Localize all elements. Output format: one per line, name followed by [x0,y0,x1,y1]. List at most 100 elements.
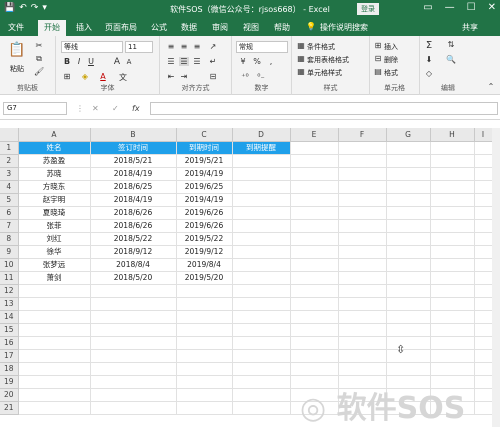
cell[interactable] [338,180,387,194]
font-color-button[interactable]: A [98,72,108,81]
cell[interactable] [176,349,233,363]
grow-font-button[interactable]: A [112,57,122,67]
column-header[interactable]: F [338,128,387,142]
column-header[interactable]: E [290,128,339,142]
cell[interactable] [430,323,475,337]
decrease-indent-icon[interactable]: ⇤ [166,72,176,81]
confirm-icon[interactable]: ✓ [112,104,119,113]
cell[interactable] [290,245,339,259]
merge-center-icon[interactable]: ⊟ [208,72,218,81]
cell[interactable] [232,167,291,181]
row-header[interactable]: 9 [0,245,19,259]
cell[interactable] [386,206,431,220]
minimize-icon[interactable]: — [445,2,455,13]
cell[interactable] [232,375,291,389]
cell[interactable] [338,167,387,181]
cell[interactable]: 2018/4/19 [90,193,177,207]
cell[interactable] [430,245,475,259]
cell[interactable] [474,323,493,337]
vertical-scrollbar[interactable] [492,128,500,427]
insert-cells-button[interactable]: 插入 [384,42,398,52]
font-name-select[interactable]: 等线 [61,41,123,53]
cell[interactable] [474,388,493,402]
cell[interactable] [474,349,493,363]
row-header[interactable]: 17 [0,349,19,363]
comma-button[interactable]: , [266,57,276,66]
cell[interactable]: 夏晓琦 [18,206,91,220]
cell[interactable] [232,349,291,363]
cell[interactable] [474,401,493,415]
column-header[interactable]: I [474,128,493,142]
tab-page-layout[interactable]: 页面布局 [105,22,137,33]
cell[interactable] [290,323,339,337]
column-header[interactable]: C [176,128,233,142]
wrap-text-icon[interactable]: ↵ [208,57,218,66]
tab-review[interactable]: 审阅 [212,22,228,33]
cell[interactable]: 姓名 [18,141,91,155]
fill-color-icon[interactable]: ◈ [80,72,90,81]
cell[interactable] [386,362,431,376]
cell[interactable] [474,141,493,155]
cell[interactable] [474,258,493,272]
phonetic-button[interactable]: 文 [118,72,128,83]
cell[interactable] [338,323,387,337]
cell[interactable] [18,388,91,402]
cell[interactable] [176,401,233,415]
cell[interactable] [90,362,177,376]
cell[interactable] [176,362,233,376]
increase-decimal-icon[interactable]: ⁺⁰ [240,72,250,81]
cell[interactable]: 张菲 [18,219,91,233]
cut-icon[interactable]: ✂ [34,41,44,50]
fill-icon[interactable]: ⬇ [424,55,434,64]
paste-icon[interactable]: 📋 [8,42,26,58]
cell[interactable] [430,310,475,324]
number-format-select[interactable]: 常规 [236,41,288,53]
cell[interactable] [474,284,493,298]
cell[interactable] [430,349,475,363]
cell[interactable] [290,336,339,350]
name-box[interactable]: G7 [3,102,67,115]
cell[interactable] [386,193,431,207]
cell[interactable] [430,219,475,233]
cell[interactable] [338,336,387,350]
align-right-icon[interactable]: ☰ [192,57,202,66]
cell[interactable] [430,193,475,207]
cell[interactable]: 苏盈盈 [18,154,91,168]
more-options-icon[interactable]: ⋮ [76,104,84,113]
row-header[interactable]: 8 [0,232,19,246]
cell[interactable] [338,219,387,233]
cell[interactable] [18,297,91,311]
cell[interactable] [430,141,475,155]
cell[interactable] [90,297,177,311]
align-left-icon[interactable]: ☰ [166,57,176,66]
cell[interactable]: 2019/4/19 [176,167,233,181]
cell[interactable]: 2019/6/25 [176,180,233,194]
cell[interactable]: 签订时间 [90,141,177,155]
cell[interactable] [430,232,475,246]
cell[interactable] [290,271,339,285]
cell[interactable]: 赵宇明 [18,193,91,207]
cell[interactable] [338,206,387,220]
cell[interactable]: 萧剑 [18,271,91,285]
tell-me-search[interactable]: 操作说明搜索 [320,22,368,33]
cell[interactable]: 苏晓 [18,167,91,181]
cell[interactable] [474,167,493,181]
cell[interactable] [232,258,291,272]
maximize-icon[interactable]: ☐ [467,2,476,13]
percent-button[interactable]: % [252,57,262,66]
cell[interactable] [290,193,339,207]
cell[interactable]: 徐华 [18,245,91,259]
tab-insert[interactable]: 插入 [76,22,92,33]
cell[interactable] [176,375,233,389]
format-painter-icon[interactable]: 🖌 [34,67,44,76]
row-header[interactable]: 12 [0,284,19,298]
cell[interactable] [176,284,233,298]
cell[interactable] [338,193,387,207]
cell[interactable]: 2018/6/26 [90,219,177,233]
cell[interactable] [430,284,475,298]
cell[interactable]: 张梦远 [18,258,91,272]
row-header[interactable]: 1 [0,141,19,155]
cell[interactable] [474,362,493,376]
cell[interactable] [290,310,339,324]
cell[interactable] [474,154,493,168]
